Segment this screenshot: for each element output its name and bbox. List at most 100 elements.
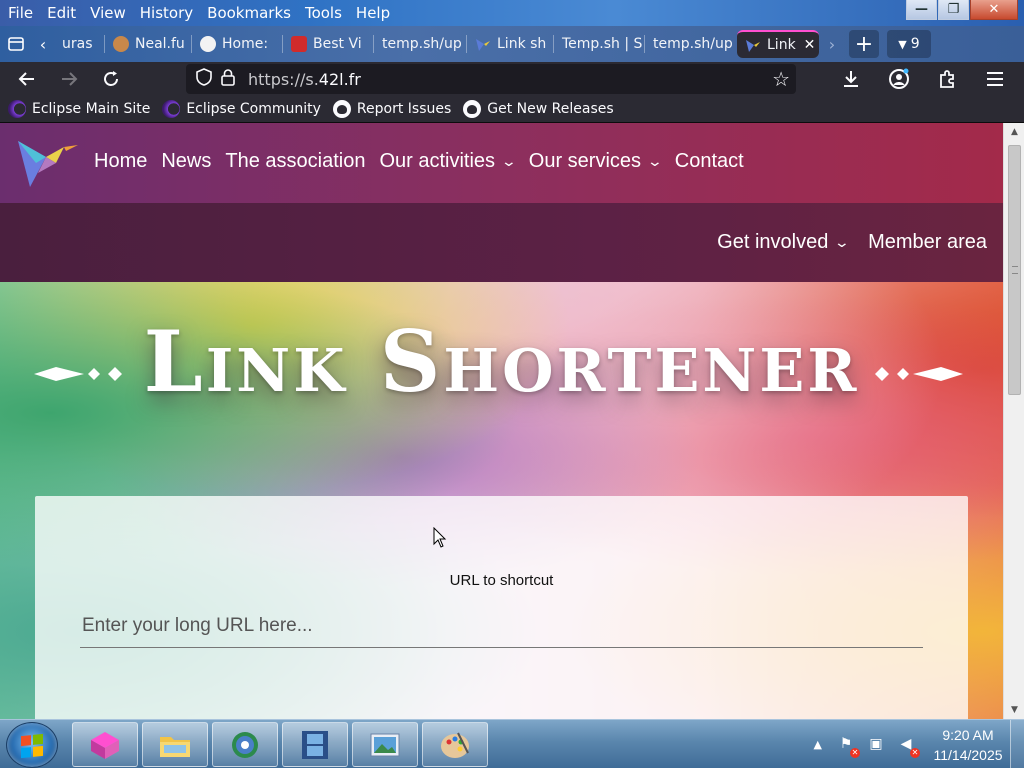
hummingbird-favicon-icon [746, 40, 760, 52]
bookmark-star-icon[interactable]: ☆ [772, 67, 790, 91]
tab-label: temp.sh/up [382, 36, 462, 52]
maximize-button[interactable]: ❐ [938, 0, 969, 20]
folder-icon [160, 736, 190, 757]
tab-strip: ‹ uras Neal.fu Home: Best Vi temp.sh/up … [0, 26, 1024, 62]
tab-7[interactable]: Temp.sh | S [554, 30, 644, 58]
bookmark-label: Eclipse Community [186, 101, 321, 117]
nav-home-link[interactable]: Home [94, 150, 147, 173]
nav-member-area-link[interactable]: Member area [868, 231, 987, 254]
scroll-tabs-right-button[interactable]: › [819, 29, 845, 59]
tab-label: uras [62, 36, 93, 52]
tab-5[interactable]: temp.sh/up [374, 30, 466, 58]
tab-6[interactable]: Link sh [467, 30, 553, 58]
minimize-button[interactable]: — [906, 0, 937, 20]
url-bar[interactable]: https://s.42l.fr ☆ [186, 64, 796, 94]
nav-association-link[interactable]: The association [225, 150, 365, 173]
scroll-tabs-left-button[interactable]: ‹ [32, 29, 54, 59]
toolbar-right-buttons [830, 64, 1016, 94]
nav-activities-dropdown[interactable]: Our activities ⌄ [379, 150, 517, 173]
close-window-button[interactable]: ✕ [970, 0, 1018, 20]
nav-get-involved-dropdown[interactable]: Get involved ⌄ [717, 231, 851, 254]
menu-bar: File Edit View History Bookmarks Tools H… [0, 4, 398, 22]
menu-edit[interactable]: Edit [41, 4, 84, 22]
bookmark-report-issues[interactable]: Report Issues [332, 100, 452, 118]
nav-news-link[interactable]: News [161, 150, 211, 173]
tab-label: Temp.sh | S [562, 36, 643, 52]
start-button[interactable] [6, 722, 58, 768]
forward-arrow-icon [62, 72, 78, 86]
app-menu-button[interactable] [974, 64, 1016, 94]
bookmark-eclipse-main-site[interactable]: Eclipse Main Site [8, 100, 150, 118]
menu-view[interactable]: View [84, 4, 134, 22]
paint-palette-icon [441, 732, 469, 758]
tab-label: temp.sh/up [653, 36, 733, 52]
nav-contact-link[interactable]: Contact [675, 150, 744, 173]
tab-label: Home: [222, 36, 269, 52]
eclipse-icon [162, 100, 181, 118]
taskbar: ▲ ⚑ ✕ ▣ ◀ ✕ 9:20 AM 11/14/2025 [0, 719, 1024, 768]
tab-4[interactable]: Best Vi [283, 30, 373, 58]
list-all-tabs-button[interactable]: ▼ 9 [887, 30, 931, 58]
taskbar-app-1[interactable] [72, 722, 138, 767]
show-desktop-button[interactable] [1010, 720, 1024, 768]
reload-button[interactable] [90, 64, 132, 94]
taskbar-video[interactable] [282, 722, 348, 767]
close-tab-icon[interactable]: ✕ [804, 37, 816, 53]
firefox-view-button[interactable] [0, 29, 32, 59]
tab-1[interactable]: uras [54, 30, 104, 58]
tab-3[interactable]: Home: [192, 30, 282, 58]
taskbar-browser[interactable] [212, 722, 278, 767]
bookmark-eclipse-community[interactable]: Eclipse Community [162, 100, 321, 118]
page-viewport: Home News The association Our activities… [0, 123, 1003, 719]
tab-8[interactable]: temp.sh/up [645, 30, 737, 58]
back-button[interactable] [6, 64, 48, 94]
volume-muted-icon[interactable]: ◀ ✕ [896, 736, 920, 758]
taskbar-apps [72, 722, 488, 767]
scrollbar-thumb[interactable] [1008, 145, 1021, 395]
show-hidden-icons-icon[interactable]: ▲ [814, 738, 822, 751]
bookmark-get-new-releases[interactable]: Get New Releases [463, 100, 614, 118]
chevron-down-icon: ⌄ [833, 234, 851, 250]
page-scrollbar[interactable]: ▲ ▼ [1003, 123, 1024, 719]
account-button[interactable] [878, 64, 920, 94]
tab-count-label: 9 [910, 36, 920, 52]
action-center-flag-icon[interactable]: ⚑ ✕ [836, 736, 860, 758]
extensions-button[interactable] [926, 64, 968, 94]
long-url-input[interactable] [80, 604, 923, 648]
nav-services-dropdown[interactable]: Our services ⌄ [529, 150, 663, 173]
taskbar-photos[interactable] [352, 722, 418, 767]
network-icon[interactable]: ▣ [866, 736, 886, 754]
navigation-toolbar: https://s.42l.fr ☆ [0, 62, 1024, 96]
tab-2[interactable]: Neal.fu [105, 30, 191, 58]
menu-bookmarks[interactable]: Bookmarks [201, 4, 299, 22]
menu-tools[interactable]: Tools [299, 4, 350, 22]
tab-active[interactable]: Link ✕ [737, 30, 819, 58]
bookmark-label: Report Issues [356, 101, 452, 117]
lock-icon[interactable] [216, 68, 240, 90]
downloads-button[interactable] [830, 64, 872, 94]
menu-file[interactable]: File [2, 4, 41, 22]
url-domain: 42l.fr [318, 69, 361, 89]
puzzle-piece-icon [940, 70, 954, 88]
hummingbird-logo-icon[interactable] [16, 133, 80, 191]
scroll-down-arrow-icon[interactable]: ▼ [1004, 701, 1024, 719]
favicon-icon [291, 36, 307, 52]
taskbar-file-explorer[interactable] [142, 722, 208, 767]
film-strip-icon [302, 730, 328, 759]
favicon-icon [200, 36, 216, 52]
tracking-protection-shield-icon[interactable] [192, 68, 216, 90]
taskbar-paint[interactable] [422, 722, 488, 767]
menu-help[interactable]: Help [350, 4, 398, 22]
bookmark-label: Get New Releases [487, 101, 614, 117]
chevron-left-icon: ‹ [39, 34, 47, 54]
tab-label: Best Vi [313, 36, 362, 52]
scroll-up-arrow-icon[interactable]: ▲ [1004, 123, 1024, 141]
taskbar-clock[interactable]: 9:20 AM 11/14/2025 [926, 725, 1010, 765]
forward-button[interactable] [48, 64, 90, 94]
url-field-label: URL to shortcut [449, 572, 554, 589]
new-tab-button[interactable]: + [849, 30, 879, 58]
menu-history[interactable]: History [134, 4, 201, 22]
globe-browser-icon [232, 731, 258, 758]
site-navigation: Home News The association Our activities… [0, 123, 1003, 203]
bookmarks-toolbar: Eclipse Main Site Eclipse Community Repo… [0, 96, 1024, 123]
